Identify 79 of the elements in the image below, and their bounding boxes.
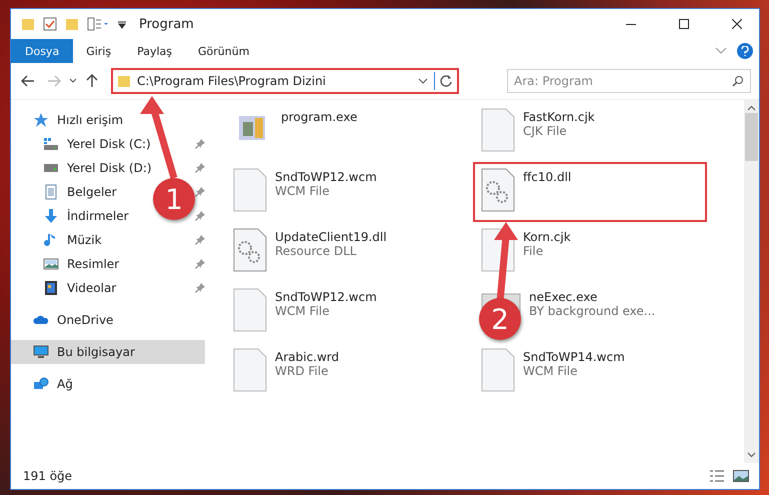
pin-icon[interactable] [195, 235, 205, 245]
picture-icon [43, 256, 59, 272]
close-icon [732, 19, 742, 29]
pin-icon[interactable] [195, 139, 205, 149]
gear-file-icon [233, 228, 267, 272]
item-count: 191 öğe [23, 469, 74, 483]
details-view-icon[interactable] [709, 469, 725, 483]
sidebar-item[interactable]: İndirmeler [11, 204, 133, 228]
sidebar-item[interactable]: Bu bilgisayar [11, 340, 205, 364]
scroll-up-icon[interactable] [747, 105, 756, 111]
file-name[interactable]: Korn.cjk [523, 228, 571, 244]
back-arrow-icon [21, 75, 35, 87]
sidebar-item[interactable]: Belgeler [11, 180, 121, 204]
file-name[interactable]: Arabic.wrd [275, 348, 340, 364]
scrollbar[interactable] [744, 100, 759, 463]
scroll-down-icon[interactable] [747, 452, 756, 458]
download-icon [43, 208, 59, 224]
pin-icon[interactable] [195, 163, 205, 173]
file-name[interactable]: UpdateClient19.dll [275, 228, 387, 244]
help-icon[interactable] [737, 43, 753, 59]
properties-icon[interactable] [87, 17, 109, 31]
maximize-icon [678, 19, 688, 29]
network-icon [33, 376, 49, 392]
sidebar-item[interactable]: Yerel Disk (C:) [11, 132, 155, 156]
file-icon [233, 348, 267, 392]
ribbon-tab[interactable]: Görünüm [185, 39, 262, 63]
file-name[interactable]: neExec.exe [529, 288, 656, 304]
chevron-down-icon[interactable] [69, 78, 77, 84]
drive-win-icon [43, 136, 59, 152]
checklist-icon[interactable] [43, 17, 57, 31]
address-field[interactable]: C:\Program Files\Program Dizini [111, 68, 459, 94]
file-type: WCM File [523, 364, 578, 378]
pin-icon[interactable] [195, 211, 205, 221]
file-name[interactable]: SndToWP14.wcm [523, 348, 625, 364]
file-type: WCM File [275, 304, 330, 318]
computer-icon [33, 344, 49, 360]
window-title: Program [139, 16, 195, 32]
file-name[interactable]: SndToWP12.wcm [275, 288, 377, 304]
ribbon-tab[interactable]: Giriş [73, 39, 124, 63]
video-icon [43, 280, 59, 296]
sidebar-item[interactable]: Resimler [11, 252, 124, 276]
sidebar-item[interactable]: Videolar [11, 276, 120, 300]
sidebar-item[interactable]: Yerel Disk (D:) [11, 156, 156, 180]
sidebar-item[interactable]: OneDrive [11, 308, 205, 332]
chevron-icon[interactable] [715, 47, 727, 55]
forward-arrow-icon [47, 75, 61, 87]
pin-icon[interactable] [195, 283, 205, 293]
file-icon [481, 108, 515, 152]
ribbon-tab[interactable]: Dosya [11, 39, 74, 63]
search-icon [732, 75, 744, 87]
chevron-down-icon[interactable] [418, 78, 428, 84]
file-type: WRD File [275, 364, 330, 378]
dropdown-icon[interactable] [117, 19, 127, 29]
file-name[interactable]: SndToWP12.wcm [275, 168, 377, 184]
thumbnail-view-icon[interactable] [733, 469, 749, 483]
file-name[interactable]: ffc10.dll [523, 168, 572, 184]
sidebar-item[interactable]: Ağ [11, 372, 205, 396]
file-type: File [523, 244, 544, 258]
scrollbar-thumb[interactable] [745, 113, 758, 161]
folder-icon [117, 74, 131, 88]
document-icon [43, 184, 59, 200]
pin-icon[interactable] [195, 187, 205, 197]
file-type: Resource DLL [275, 244, 358, 258]
file-icon [481, 348, 515, 392]
file-name[interactable]: program.exe [281, 108, 358, 124]
star-icon [33, 112, 49, 128]
file-icon [233, 288, 267, 332]
file-name[interactable]: FastKorn.cjk [523, 108, 595, 124]
file-type: WCM File [275, 184, 330, 198]
file-type: CJK File [523, 124, 568, 138]
pin-icon[interactable] [195, 259, 205, 269]
gear-file-icon [481, 168, 515, 212]
search-field[interactable]: Ara: Program [507, 69, 751, 93]
ribbon-tab[interactable]: Paylaş [124, 39, 185, 63]
sidebar-item[interactable]: Hızlı erişim [11, 108, 205, 132]
file-icon [233, 168, 267, 212]
sidebar-item[interactable]: Müzik [11, 228, 106, 252]
file-type: BY background exe... [529, 304, 656, 318]
up-arrow-icon [86, 74, 98, 88]
